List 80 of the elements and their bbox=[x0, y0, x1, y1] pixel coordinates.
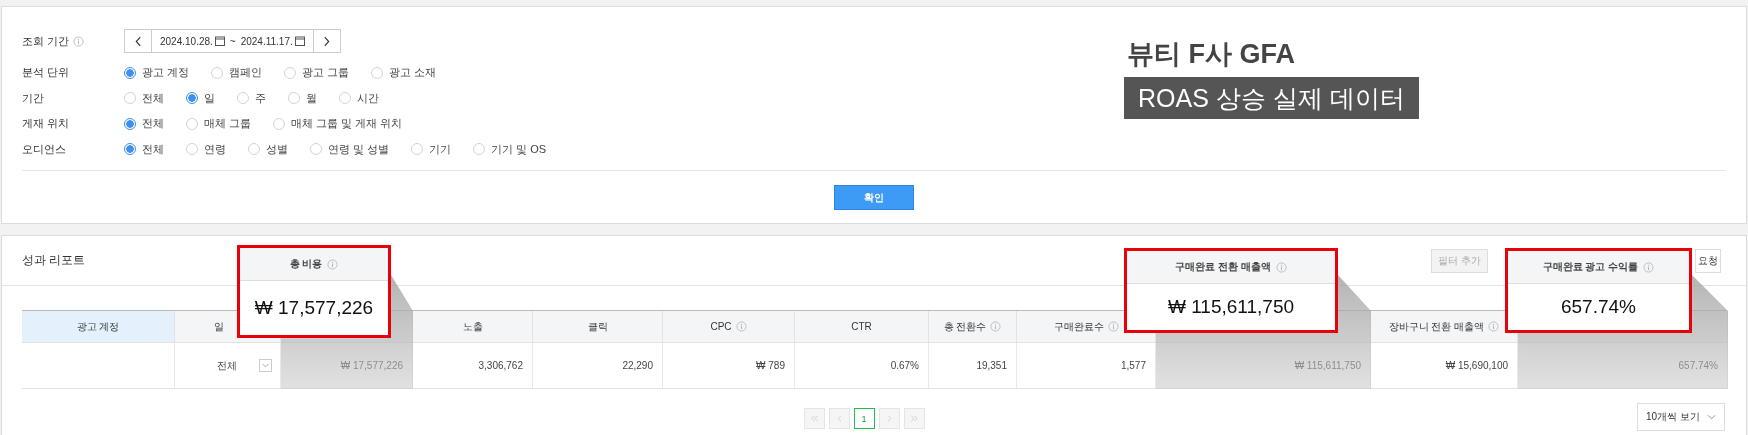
chevron-left-icon bbox=[134, 35, 142, 47]
dropdown-toggle[interactable] bbox=[259, 359, 272, 372]
callout-value: 657.74% bbox=[1560, 295, 1637, 319]
table-cell: 22,290 bbox=[622, 360, 653, 371]
radio-button[interactable] bbox=[124, 143, 136, 156]
callout-title: 구매완료 전환 매출액 bbox=[1175, 260, 1271, 274]
header-label: 일 bbox=[213, 319, 224, 334]
overlay-title: 뷰티 F사 GFA bbox=[1126, 38, 1295, 71]
filter-label: 게재 위치 bbox=[22, 116, 70, 132]
callout-value: ₩ 17,577,226 bbox=[253, 296, 375, 320]
caret-icon bbox=[1707, 414, 1716, 420]
header-label: 클릭 bbox=[587, 319, 608, 334]
toolbar-button[interactable]: 요청 bbox=[1695, 248, 1721, 273]
filter-label: 조회 기간 bbox=[22, 33, 70, 49]
header-label: CPC bbox=[710, 321, 732, 332]
option-label: 전체 bbox=[142, 90, 164, 106]
calendar-icon[interactable] bbox=[214, 36, 225, 46]
double-chevron-right-icon bbox=[909, 414, 919, 423]
header-label: 장바구니 전환 매출액 bbox=[1388, 319, 1485, 334]
header-label: 광고 계정 bbox=[76, 319, 120, 334]
option-label: 월 bbox=[306, 90, 317, 106]
header-label: 노출 bbox=[462, 319, 483, 334]
chevron-right-icon bbox=[323, 35, 331, 47]
report-title: 성과 리포트 bbox=[22, 252, 86, 269]
option-label: 기기 및 OS bbox=[491, 141, 547, 157]
table-cell: ₩ 115,611,750 bbox=[1294, 360, 1361, 371]
radio-button[interactable] bbox=[124, 66, 136, 79]
day-select-value: 전체 bbox=[217, 358, 237, 373]
table-cell: ₩ 17,577,226 bbox=[340, 360, 403, 371]
option-label: 전체 bbox=[142, 116, 164, 132]
table-cell: 1,577 bbox=[1120, 360, 1146, 371]
table-cell: 0.67% bbox=[890, 360, 919, 371]
callout-value: ₩ 115,611,750 bbox=[1166, 295, 1296, 319]
option-label: 광고 소재 bbox=[389, 65, 437, 81]
option-label: 캠페인 bbox=[229, 65, 263, 81]
next-page-button[interactable] bbox=[878, 408, 900, 429]
option-label: 기기 bbox=[429, 141, 452, 157]
header-label: 구매완료수 bbox=[1053, 319, 1104, 334]
header-label: CTR bbox=[851, 321, 872, 332]
info-icon bbox=[327, 258, 339, 270]
table-cell: 657.74% bbox=[1678, 360, 1718, 371]
info-icon bbox=[1643, 261, 1655, 273]
info-icon bbox=[1275, 261, 1287, 273]
page-size-dropdown[interactable]: 10개씩 보기 bbox=[1637, 403, 1725, 431]
previous-page-button[interactable] bbox=[828, 408, 850, 429]
first-page-button[interactable] bbox=[803, 408, 825, 429]
header-label: 총 전환수 bbox=[943, 319, 987, 334]
table-cell: ₩ 789 bbox=[756, 360, 785, 371]
option-label: 광고 그룹 bbox=[302, 65, 350, 81]
option-label: 주 bbox=[255, 90, 266, 106]
chevron-left-icon bbox=[834, 414, 844, 423]
option-label: 매체 그룹 및 게재 위치 bbox=[291, 116, 403, 132]
option-label: 연령 및 성별 bbox=[328, 141, 390, 157]
option-label: 시간 bbox=[357, 90, 379, 106]
table-cell: ₩ 15,690,100 bbox=[1445, 360, 1508, 371]
radio-button[interactable] bbox=[124, 117, 136, 130]
filter-label: 기간 bbox=[22, 90, 44, 106]
calendar-icon[interactable] bbox=[294, 36, 305, 46]
option-label: 광고 계정 bbox=[142, 65, 190, 81]
callout-title: 구매완료 광고 수익률 bbox=[1542, 260, 1639, 274]
table-cell: 3,306,762 bbox=[478, 360, 523, 371]
callout-title: 총 비용 bbox=[289, 257, 323, 271]
option-label: 연령 bbox=[204, 141, 226, 157]
option-label: 매체 그룹 bbox=[204, 116, 252, 132]
page-button[interactable]: 1 bbox=[853, 408, 875, 429]
filter-label: 분석 단위 bbox=[22, 65, 70, 81]
overlay-badge: ROAS 상승 실제 데이터 bbox=[1124, 77, 1419, 119]
double-chevron-left-icon bbox=[809, 414, 819, 423]
date-range-picker[interactable]: 2024.10.28. ~ 2024.11.17. bbox=[124, 29, 341, 53]
option-label: 전체 bbox=[142, 141, 164, 157]
radio-button[interactable] bbox=[186, 92, 198, 105]
option-label: 일 bbox=[204, 90, 215, 106]
caret-icon bbox=[262, 363, 269, 368]
table-cell: 19,351 bbox=[976, 360, 1007, 371]
start-date: 2024.10.28. bbox=[160, 35, 213, 47]
last-page-button[interactable] bbox=[903, 408, 925, 429]
end-date: 2024.11.17. bbox=[240, 35, 293, 47]
date-separator: ~ bbox=[229, 35, 236, 47]
option-label: 성별 bbox=[266, 141, 288, 157]
filter-label: 오디언스 bbox=[22, 141, 66, 157]
